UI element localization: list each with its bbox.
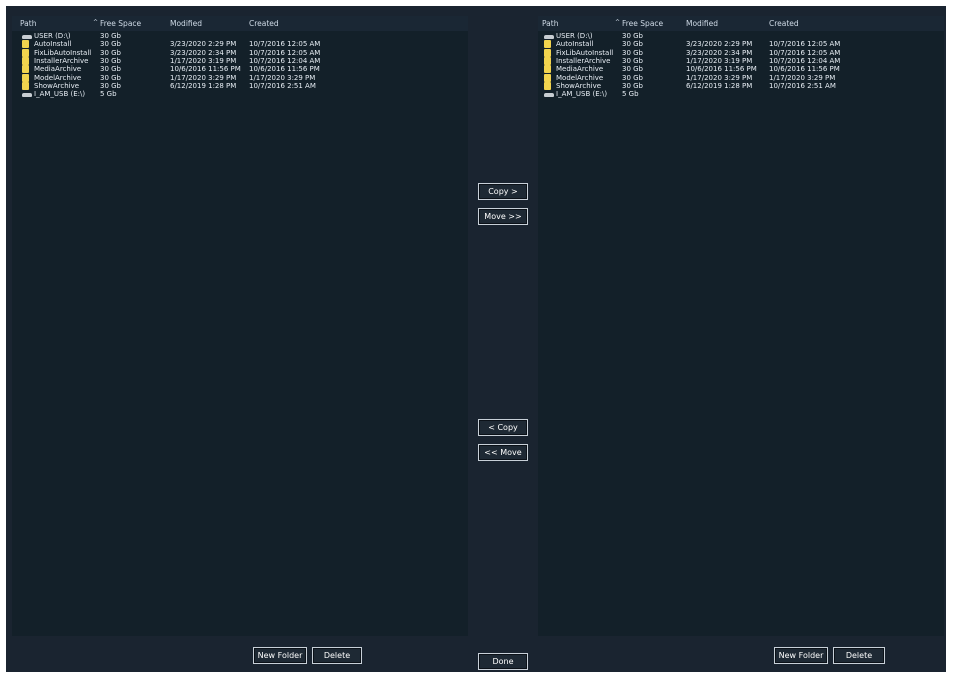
drive-icon	[22, 93, 32, 98]
column-path[interactable]: Path	[542, 19, 558, 28]
column-created[interactable]: Created	[769, 19, 799, 28]
sort-ascending-icon: ^	[615, 19, 621, 26]
left-new-folder-button[interactable]: New Folder	[253, 647, 307, 664]
drive-row[interactable]: I_AM_USB (E:\) 5 Gb	[12, 90, 468, 99]
left-delete-button[interactable]: Delete	[312, 647, 362, 664]
drive-icon	[544, 93, 554, 98]
done-button[interactable]: Done	[478, 653, 528, 670]
column-path[interactable]: Path	[20, 19, 36, 28]
column-modified[interactable]: Modified	[170, 19, 202, 28]
folder-icon	[22, 73, 29, 82]
row-free-space: 5 Gb	[622, 90, 639, 99]
move-right-button[interactable]: Move >>	[478, 208, 528, 225]
copy-right-button[interactable]: Copy >	[478, 183, 528, 200]
right-new-folder-button[interactable]: New Folder	[774, 647, 828, 664]
left-file-list[interactable]: Path ^ Free Space Modified Created USER …	[12, 16, 468, 636]
folder-icon	[544, 73, 551, 82]
right-delete-button[interactable]: Delete	[833, 647, 885, 664]
folder-icon	[22, 65, 29, 74]
folder-icon	[544, 56, 551, 65]
folder-icon	[22, 40, 29, 49]
copy-left-button[interactable]: < Copy	[478, 419, 528, 436]
row-name: I_AM_USB (E:\)	[556, 90, 608, 99]
column-free-space[interactable]: Free Space	[100, 19, 141, 28]
drive-row[interactable]: I_AM_USB (E:\) 5 Gb	[538, 90, 944, 99]
drive-icon	[22, 35, 32, 39]
right-column-header: Path ^ Free Space Modified Created	[538, 16, 944, 31]
sort-ascending-icon: ^	[93, 19, 99, 26]
move-left-button[interactable]: << Move	[478, 444, 528, 461]
row-name: I_AM_USB (E:\)	[34, 90, 86, 99]
column-created[interactable]: Created	[249, 19, 279, 28]
folder-icon	[544, 81, 551, 90]
folder-icon	[544, 65, 551, 74]
file-manager-window: Path ^ Free Space Modified Created USER …	[6, 6, 946, 672]
column-modified[interactable]: Modified	[686, 19, 718, 28]
folder-icon	[22, 81, 29, 90]
left-column-header: Path ^ Free Space Modified Created	[12, 16, 468, 31]
drive-icon	[544, 35, 554, 39]
row-free-space: 5 Gb	[100, 90, 117, 99]
folder-icon	[544, 40, 551, 49]
right-file-list[interactable]: Path ^ Free Space Modified Created USER …	[538, 16, 944, 636]
column-free-space[interactable]: Free Space	[622, 19, 663, 28]
folder-icon	[22, 56, 29, 65]
folder-icon	[22, 48, 29, 57]
folder-icon	[544, 48, 551, 57]
